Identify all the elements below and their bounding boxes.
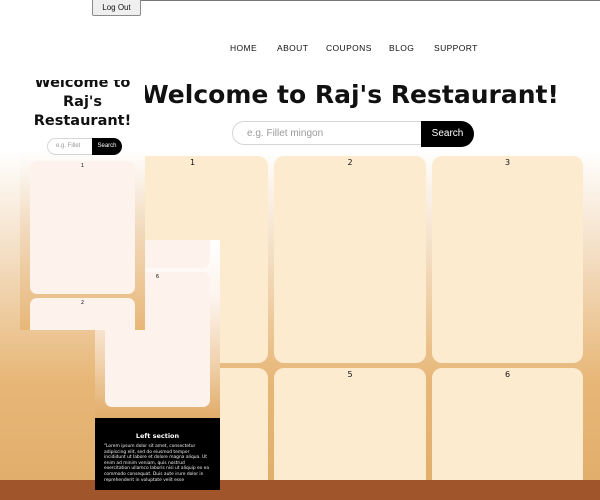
card-number: 6 — [504, 370, 511, 379]
footer-left-section: Left section "Lorem ipsum dolor sit amet… — [95, 418, 220, 490]
logout-button[interactable]: Log Out — [92, 0, 141, 16]
mobile-search-bar: e.g. Fillet Search — [47, 138, 122, 155]
nav-item-home[interactable]: HOME — [230, 43, 257, 53]
footer-title: Left section — [135, 432, 180, 440]
mobile-card-2[interactable]: 2 — [30, 298, 135, 330]
card-number: 2 — [347, 158, 353, 167]
card-number: 5 — [347, 370, 353, 379]
nav-item-support[interactable]: SUPPORT — [434, 43, 478, 53]
card-number: 1 — [80, 163, 85, 169]
search-button[interactable]: Search — [421, 121, 474, 147]
top-border — [100, 0, 600, 1]
menu-card-2[interactable]: 2 — [274, 156, 426, 363]
mobile-preview: Welcome to Raj's Restaurant! e.g. Fillet… — [20, 80, 145, 330]
footer-text: "Lorem ipsum dolor sit amet, consectetur… — [104, 444, 210, 483]
menu-card-3[interactable]: 3 — [432, 156, 583, 363]
menu-card-5[interactable]: 5 — [274, 368, 426, 480]
mobile-page-title: Welcome to Raj's Restaurant! — [33, 80, 132, 129]
card-number: 3 — [504, 158, 511, 167]
nav-item-blog[interactable]: BLOG — [389, 43, 414, 53]
card-number: 2 — [80, 300, 85, 306]
mobile-card-1[interactable]: 1 — [30, 161, 135, 294]
nav-item-about[interactable]: ABOUT — [277, 43, 308, 53]
page-title: Welcome to Raj's Restaurant! — [141, 80, 559, 109]
mobile-search-button[interactable]: Search — [92, 138, 122, 155]
search-input[interactable]: e.g. Fillet mingon — [232, 121, 422, 145]
mobile-search-input[interactable]: e.g. Fillet — [47, 138, 92, 155]
search-bar: e.g. Fillet mingon Search — [232, 121, 474, 147]
nav-item-coupons[interactable]: COUPONS — [326, 43, 372, 53]
menu-card-6[interactable]: 6 — [432, 368, 583, 480]
